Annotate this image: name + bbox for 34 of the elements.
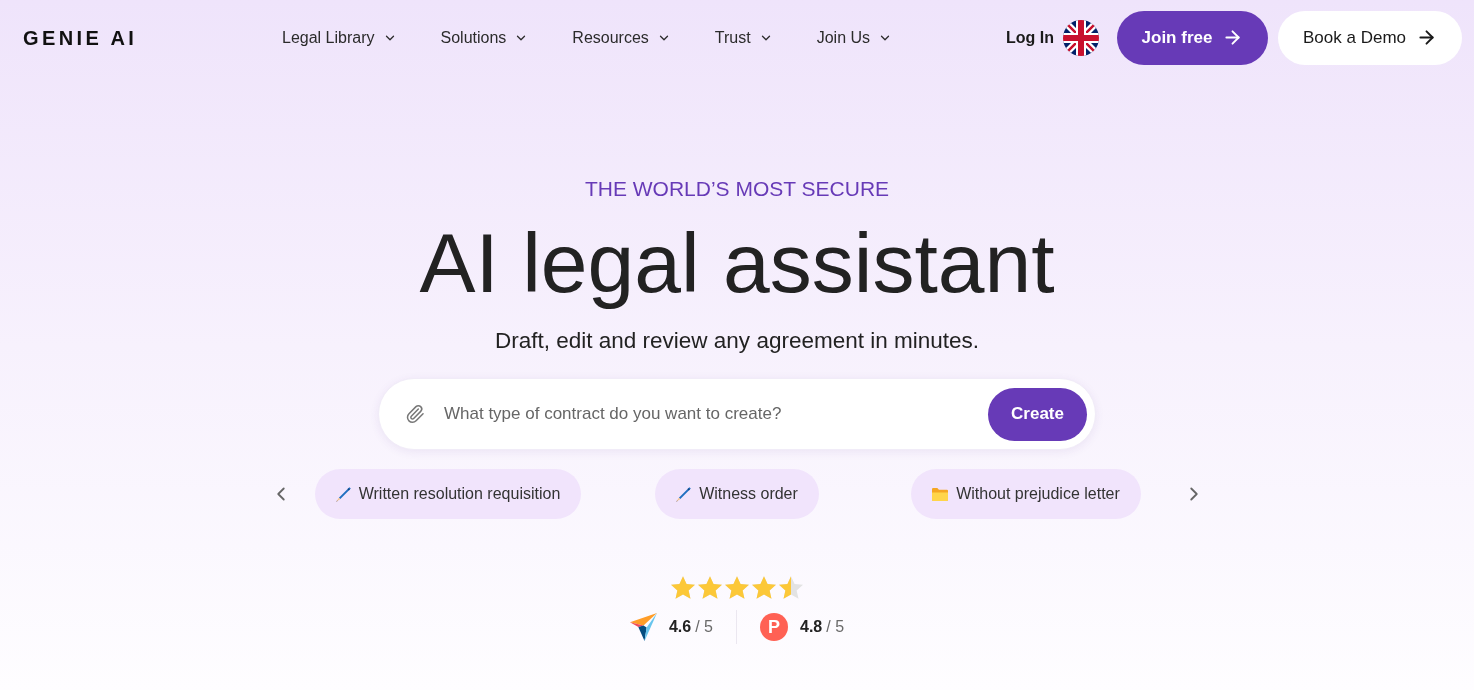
- book-demo-button[interactable]: Book a Demo: [1278, 10, 1462, 65]
- pen-icon: [335, 486, 351, 502]
- hero-subtitle: Draft, edit and review any agreement in minutes.: [495, 327, 979, 355]
- star-icon: [671, 576, 695, 599]
- nav-menu-item[interactable]: Join Us: [816, 25, 893, 50]
- nav-menu-item[interactable]: Solutions: [440, 25, 529, 50]
- pen-icon: [676, 486, 692, 502]
- rating-scale: / 5: [826, 617, 845, 637]
- suggestion-chip[interactable]: Written resolution requisition: [314, 469, 582, 519]
- paperclip-icon[interactable]: [405, 404, 425, 424]
- triangle-logo-icon: [629, 613, 657, 641]
- rating-score: 4.8: [800, 617, 823, 637]
- nav-menu-item[interactable]: Legal Library: [282, 25, 397, 50]
- star-icon: [698, 576, 722, 599]
- rating-scale: / 5: [695, 617, 713, 637]
- letter-logo: P: [760, 613, 788, 641]
- nav-menu-item[interactable]: Resources: [572, 25, 671, 50]
- suggestion-chip[interactable]: Witness order: [655, 469, 819, 519]
- join-free-button[interactable]: Join free: [1117, 10, 1268, 65]
- star-icon: [725, 576, 749, 599]
- hero-title: AI legal assistant: [419, 217, 1055, 309]
- prompt-bar[interactable]: What type of contract do you want to create? Create: [378, 378, 1096, 450]
- rating-score: 4.6: [668, 617, 692, 637]
- nav-menu-item[interactable]: Trust: [714, 25, 773, 50]
- prompt-field[interactable]: What type of contract do you want to create?: [444, 394, 988, 434]
- uk-flag-icon[interactable]: [1063, 19, 1099, 56]
- login-link[interactable]: Log In: [1006, 25, 1054, 50]
- eyebrow-heading: THE WORLD’S MOST SECURE: [584, 176, 890, 202]
- logo[interactable]: GENIE AI: [23, 22, 138, 53]
- star-icon: [779, 576, 803, 599]
- suggestion-chip[interactable]: Without prejudice letter: [911, 469, 1141, 519]
- folder-icon: [932, 487, 949, 501]
- create-button[interactable]: Create: [988, 387, 1087, 441]
- star-icon: [752, 576, 776, 599]
